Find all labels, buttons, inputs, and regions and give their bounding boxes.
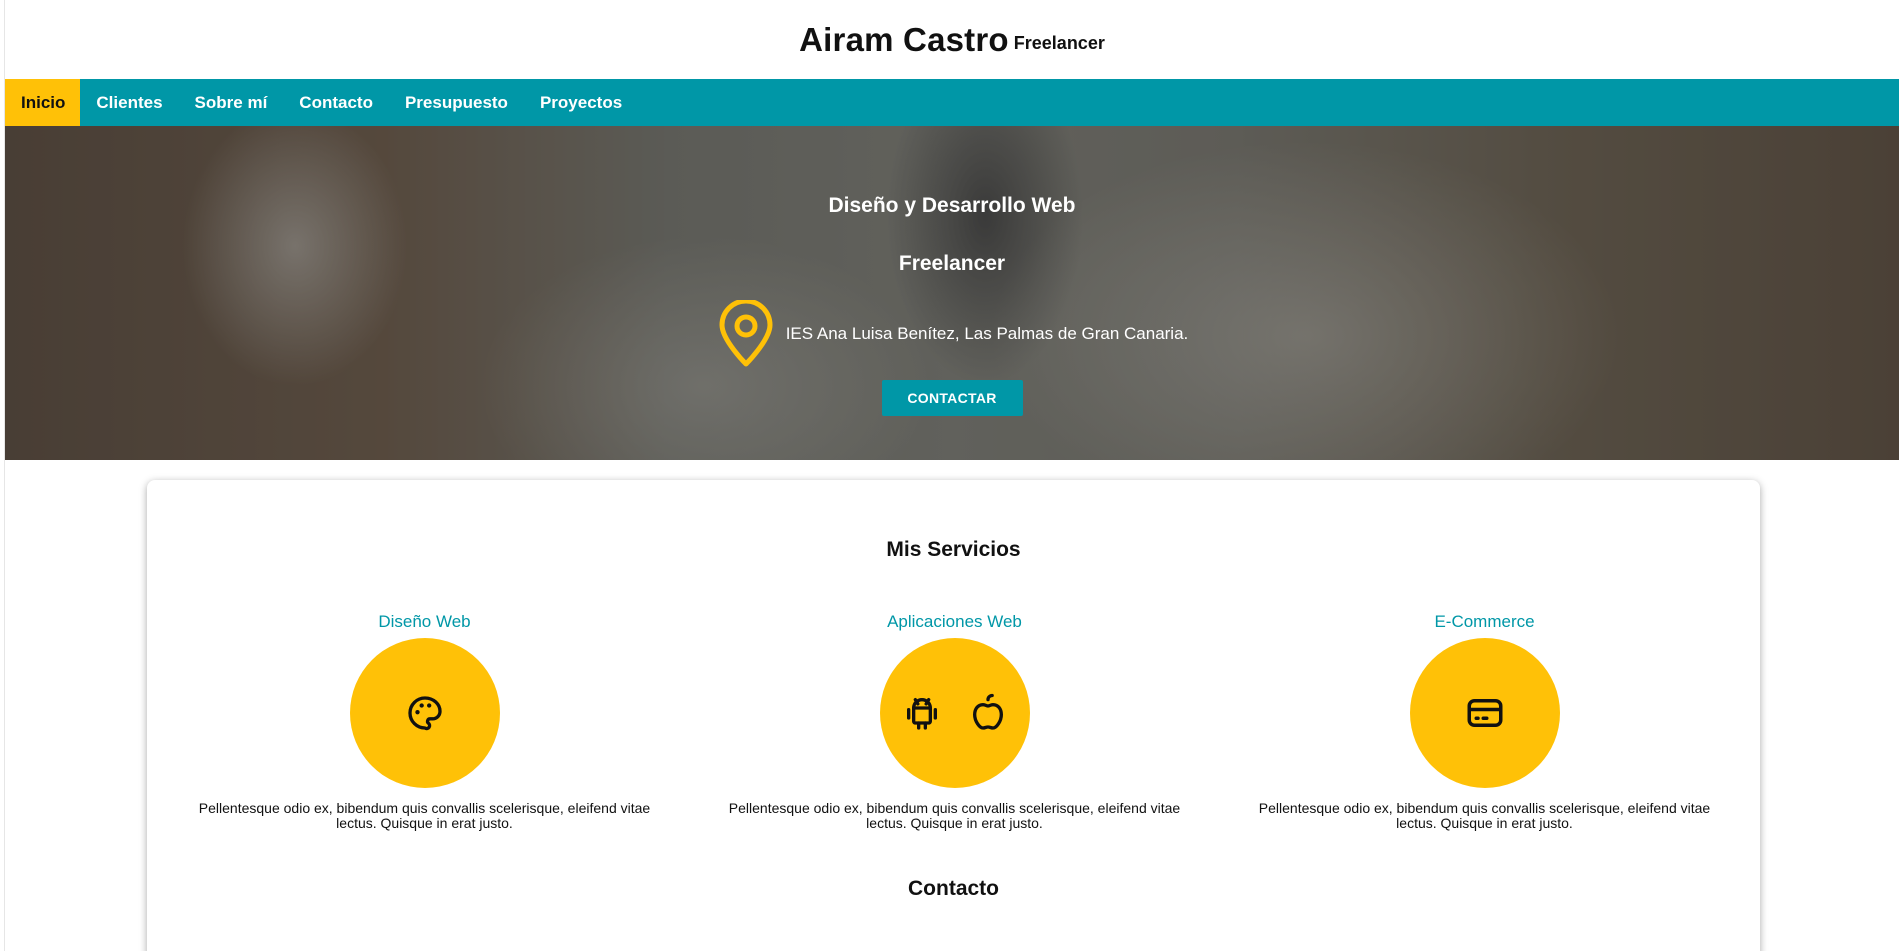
service-name[interactable]: Diseño Web [378, 612, 470, 632]
site-subtitle: Freelancer [1013, 33, 1105, 53]
page: Airam Castro Freelancer Inicio Clientes … [4, 0, 1899, 951]
nav-item-contacto[interactable]: Contacto [283, 79, 389, 126]
service-item-diseno-web: Diseño Web Pellentesque odio ex, bibendu… [177, 612, 672, 831]
hero-location: IES Ana Luisa Benítez, Las Palmas de Gra… [716, 300, 1189, 368]
service-description: Pellentesque odio ex, bibendum quis conv… [198, 800, 651, 831]
service-description: Pellentesque odio ex, bibendum quis conv… [1258, 800, 1711, 831]
hero-subtitle: Freelancer [898, 252, 1006, 275]
service-name[interactable]: E-Commerce [1434, 612, 1534, 632]
hero-title: Diseño y Desarrollo Web [828, 194, 1076, 217]
credit-card-icon [1467, 699, 1502, 727]
palette-icon [407, 696, 442, 731]
nav-item-presupuesto[interactable]: Presupuesto [389, 79, 524, 126]
site-header: Airam Castro Freelancer [5, 0, 1899, 79]
apple-icon [972, 693, 1003, 730]
service-name[interactable]: Aplicaciones Web [887, 612, 1022, 632]
nav-item-inicio[interactable]: Inicio [5, 79, 81, 126]
services-list: Diseño Web Pellentesque odio ex, bibendu… [147, 612, 1760, 831]
hero-banner: Diseño y Desarrollo Web Freelancer IES A… [5, 126, 1899, 460]
contactar-button[interactable]: CONTACTAR [881, 380, 1023, 416]
main-nav: Inicio Clientes Sobre mí Contacto Presup… [5, 79, 1899, 126]
map-pin-icon [719, 300, 773, 367]
hero-content: Diseño y Desarrollo Web Freelancer IES A… [5, 126, 1899, 460]
services-title: Mis Servicios [886, 538, 1021, 561]
nav-item-proyectos[interactable]: Proyectos [524, 79, 638, 126]
contact-title: Contacto [908, 877, 999, 900]
android-icon [906, 698, 937, 730]
service-icon-circle [349, 638, 500, 788]
service-icon-circle [879, 638, 1030, 788]
nav-item-clientes[interactable]: Clientes [80, 79, 178, 126]
services-card: Mis Servicios Diseño Web Pellentesque od… [147, 480, 1760, 951]
hero-location-text: IES Ana Luisa Benítez, Las Palmas de Gra… [785, 324, 1189, 343]
site-title: Airam Castro [799, 20, 1009, 58]
service-description: Pellentesque odio ex, bibendum quis conv… [728, 800, 1181, 831]
nav-item-sobre-mi[interactable]: Sobre mí [179, 79, 284, 126]
service-item-aplicaciones-web: Aplicaciones Web Pellentesque odio ex, b… [707, 612, 1202, 831]
service-icon-circle [1409, 638, 1560, 788]
service-item-ecommerce: E-Commerce Pellentesque odio ex, bibendu… [1237, 612, 1732, 831]
